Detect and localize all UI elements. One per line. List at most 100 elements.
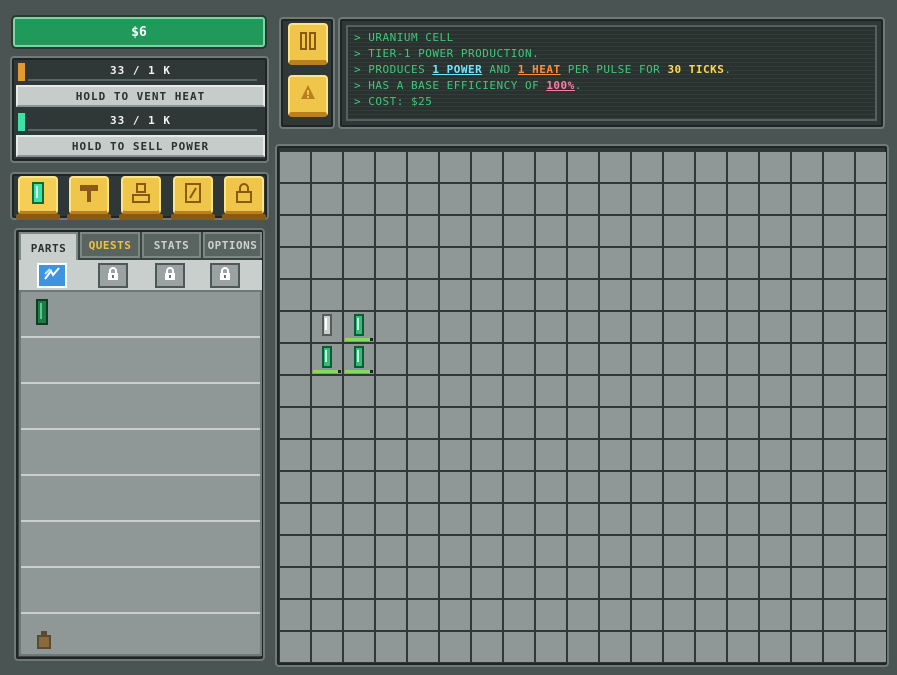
uranium-cell-part-icon[interactable] xyxy=(35,298,49,330)
grid-cell[interactable] xyxy=(376,504,406,534)
grid-cell[interactable] xyxy=(568,248,598,278)
grid-cell[interactable] xyxy=(504,280,534,310)
grid-cell[interactable] xyxy=(504,312,534,342)
grid-cell[interactable] xyxy=(632,248,662,278)
grid-cell[interactable] xyxy=(408,216,438,246)
grid-cell[interactable] xyxy=(376,344,406,374)
grid-cell[interactable] xyxy=(536,248,566,278)
grid-cell[interactable] xyxy=(408,152,438,182)
grid-cell[interactable] xyxy=(856,280,886,310)
grid-cell[interactable] xyxy=(760,600,790,630)
grid-cell[interactable] xyxy=(440,536,470,566)
grid-cell[interactable] xyxy=(440,344,470,374)
grid-cell[interactable] xyxy=(536,152,566,182)
grid-cell[interactable] xyxy=(600,216,630,246)
grid-cell[interactable] xyxy=(312,376,342,406)
grid-cell[interactable] xyxy=(344,472,374,502)
alarm-button[interactable] xyxy=(288,75,328,117)
grid-cell[interactable] xyxy=(760,632,790,662)
grid-cell[interactable] xyxy=(376,568,406,598)
grid-cell[interactable] xyxy=(280,536,310,566)
grid-cell[interactable] xyxy=(408,440,438,470)
grid-cell[interactable] xyxy=(632,152,662,182)
grid-cell[interactable] xyxy=(504,632,534,662)
grid-cell[interactable] xyxy=(568,568,598,598)
grid-cell[interactable] xyxy=(344,344,374,374)
grid-cell[interactable] xyxy=(568,184,598,214)
tab-stats[interactable]: STATS xyxy=(142,232,201,258)
grid-cell[interactable] xyxy=(792,472,822,502)
grid-cell[interactable] xyxy=(568,504,598,534)
grid-cell[interactable] xyxy=(312,280,342,310)
grid-cell[interactable] xyxy=(696,568,726,598)
grid-cell[interactable] xyxy=(568,216,598,246)
grid-cell[interactable] xyxy=(664,184,694,214)
grid-cell[interactable] xyxy=(504,408,534,438)
grid-cell[interactable] xyxy=(504,344,534,374)
list-item[interactable] xyxy=(21,292,260,338)
grid-cell[interactable] xyxy=(280,504,310,534)
grid-cell[interactable] xyxy=(728,472,758,502)
grid-cell[interactable] xyxy=(792,632,822,662)
grid-cell[interactable] xyxy=(664,568,694,598)
grid-cell[interactable] xyxy=(728,248,758,278)
grid-cell[interactable] xyxy=(440,312,470,342)
grid-cell[interactable] xyxy=(632,376,662,406)
grid-cell[interactable] xyxy=(344,312,374,342)
grid-cell[interactable] xyxy=(600,408,630,438)
grid-cell[interactable] xyxy=(472,344,502,374)
grid-cell[interactable] xyxy=(408,472,438,502)
grid-cell[interactable] xyxy=(632,504,662,534)
grid-cell[interactable] xyxy=(728,216,758,246)
grid-cell[interactable] xyxy=(280,248,310,278)
grid-cell[interactable] xyxy=(824,280,854,310)
grid-cell[interactable] xyxy=(856,472,886,502)
grid-cell[interactable] xyxy=(792,440,822,470)
grid-cell[interactable] xyxy=(376,280,406,310)
grid-cell[interactable] xyxy=(312,504,342,534)
grid-cell[interactable] xyxy=(440,216,470,246)
grid-cell[interactable] xyxy=(376,472,406,502)
vent-heat-button[interactable]: HOLD TO VENT HEAT xyxy=(16,85,265,107)
grid-cell[interactable] xyxy=(376,376,406,406)
grid-cell[interactable] xyxy=(280,408,310,438)
grid-cell[interactable] xyxy=(824,632,854,662)
grid-cell[interactable] xyxy=(344,248,374,278)
grid-cell[interactable] xyxy=(312,344,342,374)
grid-cell[interactable] xyxy=(632,184,662,214)
grid-cell[interactable] xyxy=(760,152,790,182)
grid-cell[interactable] xyxy=(664,312,694,342)
grid-cell[interactable] xyxy=(696,376,726,406)
tab-parts[interactable]: PARTS xyxy=(19,232,78,262)
grid-cell[interactable] xyxy=(344,152,374,182)
category-workers-button[interactable] xyxy=(119,176,163,220)
grid-cell[interactable] xyxy=(408,248,438,278)
grid-cell[interactable] xyxy=(440,440,470,470)
grid-cell[interactable] xyxy=(664,600,694,630)
grid-cell[interactable] xyxy=(696,600,726,630)
grid-cell[interactable] xyxy=(824,376,854,406)
grid-cell[interactable] xyxy=(856,216,886,246)
grid-cell[interactable] xyxy=(312,568,342,598)
category-reflectors-button[interactable] xyxy=(67,176,111,220)
grid-cell[interactable] xyxy=(280,472,310,502)
grid-cell[interactable] xyxy=(632,600,662,630)
grid-cell[interactable] xyxy=(472,440,502,470)
grid-cell[interactable] xyxy=(696,504,726,534)
grid-cell[interactable] xyxy=(600,600,630,630)
grid-cell[interactable] xyxy=(536,408,566,438)
grid-cell[interactable] xyxy=(536,184,566,214)
grid-cell[interactable] xyxy=(312,216,342,246)
grid-cell[interactable] xyxy=(280,312,310,342)
grid-cell[interactable] xyxy=(824,504,854,534)
grid-cell[interactable] xyxy=(600,344,630,374)
grid-cell[interactable] xyxy=(504,216,534,246)
grid-cell[interactable] xyxy=(760,408,790,438)
grid-cell[interactable] xyxy=(760,184,790,214)
grid-cell[interactable] xyxy=(472,408,502,438)
grid-cell[interactable] xyxy=(408,376,438,406)
grid-cell[interactable] xyxy=(440,408,470,438)
grid-cell[interactable] xyxy=(312,184,342,214)
grid-cell[interactable] xyxy=(312,440,342,470)
grid-cell[interactable] xyxy=(472,504,502,534)
